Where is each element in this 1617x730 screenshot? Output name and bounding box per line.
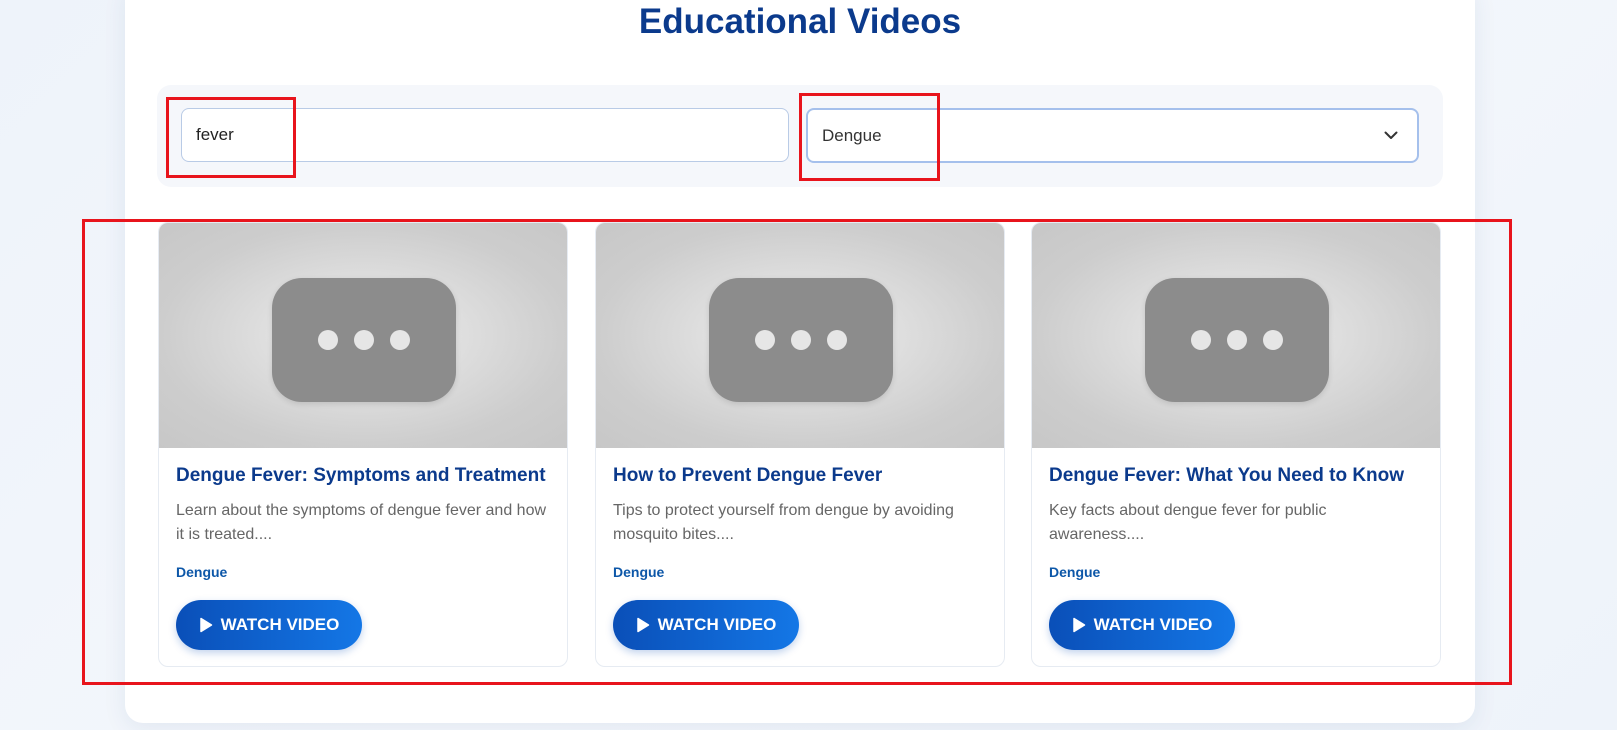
filter-bar: Dengue <box>157 85 1443 187</box>
video-category-tag: Dengue <box>1049 564 1101 580</box>
video-category-tag: Dengue <box>613 564 665 580</box>
watch-video-button[interactable]: WATCH VIDEO <box>176 600 362 650</box>
dot <box>1191 330 1211 350</box>
play-icon <box>199 617 213 633</box>
watch-video-label: WATCH VIDEO <box>220 615 340 634</box>
video-title: How to Prevent Dengue Fever <box>613 465 883 486</box>
video-description: Key facts about dengue fever for public … <box>1049 502 1327 543</box>
video-description: Learn about the symptoms of dengue fever… <box>176 502 547 543</box>
play-icon <box>1072 617 1086 633</box>
video-card: Dengue Fever: Symptoms and Treatment Lea… <box>158 222 568 667</box>
chevron-down-icon <box>1383 128 1399 144</box>
play-icon <box>636 617 650 633</box>
video-grid: Dengue Fever: Symptoms and Treatment Lea… <box>158 222 1442 667</box>
video-placeholder-icon <box>272 278 456 402</box>
watch-video-label: WATCH VIDEO <box>1093 615 1213 634</box>
dot <box>354 330 374 350</box>
video-thumbnail[interactable] <box>596 223 1004 448</box>
video-placeholder-icon <box>709 278 893 402</box>
video-description: Tips to protect yourself from dengue by … <box>613 502 954 543</box>
video-title: Dengue Fever: Symptoms and Treatment <box>176 465 546 486</box>
dot <box>791 330 811 350</box>
video-title: Dengue Fever: What You Need to Know <box>1049 465 1405 486</box>
search-input[interactable] <box>181 108 789 162</box>
dot <box>827 330 847 350</box>
watch-video-button[interactable]: WATCH VIDEO <box>1049 600 1235 650</box>
watch-video-button[interactable]: WATCH VIDEO <box>613 600 799 650</box>
video-category-tag: Dengue <box>176 564 228 580</box>
page-title: Educational Videos <box>638 2 962 41</box>
category-select[interactable]: Dengue <box>806 108 1419 163</box>
dot <box>755 330 775 350</box>
dot <box>1263 330 1283 350</box>
watch-video-label: WATCH VIDEO <box>657 615 777 634</box>
main-panel: Educational Videos Dengue Dengue Fever: … <box>125 0 1475 723</box>
video-thumbnail[interactable] <box>159 223 567 448</box>
dot <box>390 330 410 350</box>
dot <box>1227 330 1247 350</box>
video-thumbnail[interactable] <box>1032 223 1440 448</box>
dot <box>318 330 338 350</box>
video-card: Dengue Fever: What You Need to Know Key … <box>1031 222 1441 667</box>
video-card: How to Prevent Dengue Fever Tips to prot… <box>595 222 1005 667</box>
video-placeholder-icon <box>1145 278 1329 402</box>
category-select-value: Dengue <box>822 125 882 145</box>
